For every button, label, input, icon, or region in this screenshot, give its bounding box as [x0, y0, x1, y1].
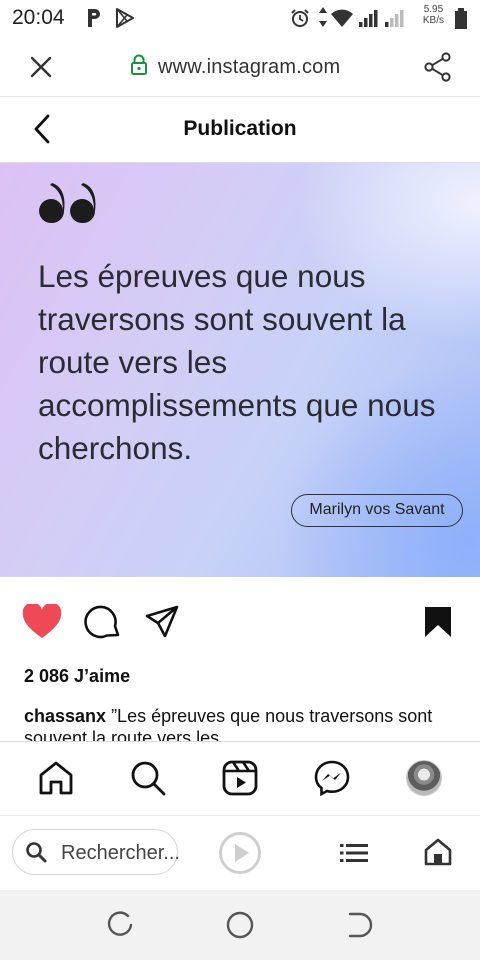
like-count[interactable]: 2 086 J’aime [24, 666, 130, 687]
list-icon[interactable] [340, 843, 368, 863]
system-home-icon[interactable] [226, 911, 254, 939]
search-icon [26, 842, 47, 863]
browser-search-field[interactable]: Rechercher... [12, 829, 180, 875]
data-transfer-icon [319, 7, 327, 27]
search-placeholder: Rechercher... [61, 842, 180, 864]
quote-text: Les épreuves que nous traversons sont so… [38, 258, 436, 466]
reels-icon[interactable] [222, 760, 258, 796]
send-icon[interactable] [144, 604, 180, 640]
post-image[interactable]: Les épreuves que nous traversons sont so… [0, 163, 480, 577]
quote-mark-icon [39, 183, 96, 224]
signal-icon [359, 10, 378, 27]
quote-author: Marilyn vos Savant [291, 494, 463, 527]
messenger-icon[interactable] [314, 760, 350, 796]
network-speed-value: 5.95 [423, 4, 444, 15]
status-time: 20:04 [12, 6, 65, 29]
home-icon[interactable] [38, 760, 74, 796]
browser-home-icon[interactable] [424, 838, 452, 866]
post-actions [0, 578, 480, 664]
alarm-icon [291, 9, 309, 27]
browser-bottom-bar: Rechercher... [0, 815, 480, 891]
bookmark-icon[interactable] [424, 606, 452, 638]
comment-icon[interactable] [84, 604, 122, 642]
lock-icon [131, 54, 147, 75]
system-navigation-bar [0, 890, 480, 960]
page-title: Publication [183, 117, 297, 140]
page-header: Publication [0, 97, 480, 163]
avatar[interactable] [406, 760, 442, 796]
status-bar: 20:04 5.95 KB/s [0, 0, 480, 36]
wifi-icon [331, 9, 353, 27]
close-icon[interactable] [30, 56, 52, 78]
caption-username[interactable]: chassanx [24, 706, 106, 726]
play-icon[interactable] [218, 831, 262, 875]
post-caption: chassanx ”Les épreuves que nous traverso… [24, 705, 464, 741]
url-text[interactable]: www.instagram.com [158, 56, 340, 79]
play-store-icon [116, 8, 134, 28]
battery-icon [455, 8, 467, 29]
signal-icon-secondary [385, 10, 404, 27]
share-icon[interactable] [424, 52, 452, 82]
search-icon[interactable] [130, 760, 166, 796]
recent-apps-icon[interactable] [106, 911, 134, 939]
network-speed: 5.95 KB/s [423, 4, 444, 26]
system-back-icon[interactable] [346, 911, 374, 939]
heart-icon[interactable] [22, 604, 62, 640]
instagram-bottom-nav [0, 741, 480, 816]
browser-url-bar: www.instagram.com [0, 36, 480, 97]
network-speed-unit: KB/s [422, 15, 444, 26]
parking-icon [88, 9, 100, 27]
